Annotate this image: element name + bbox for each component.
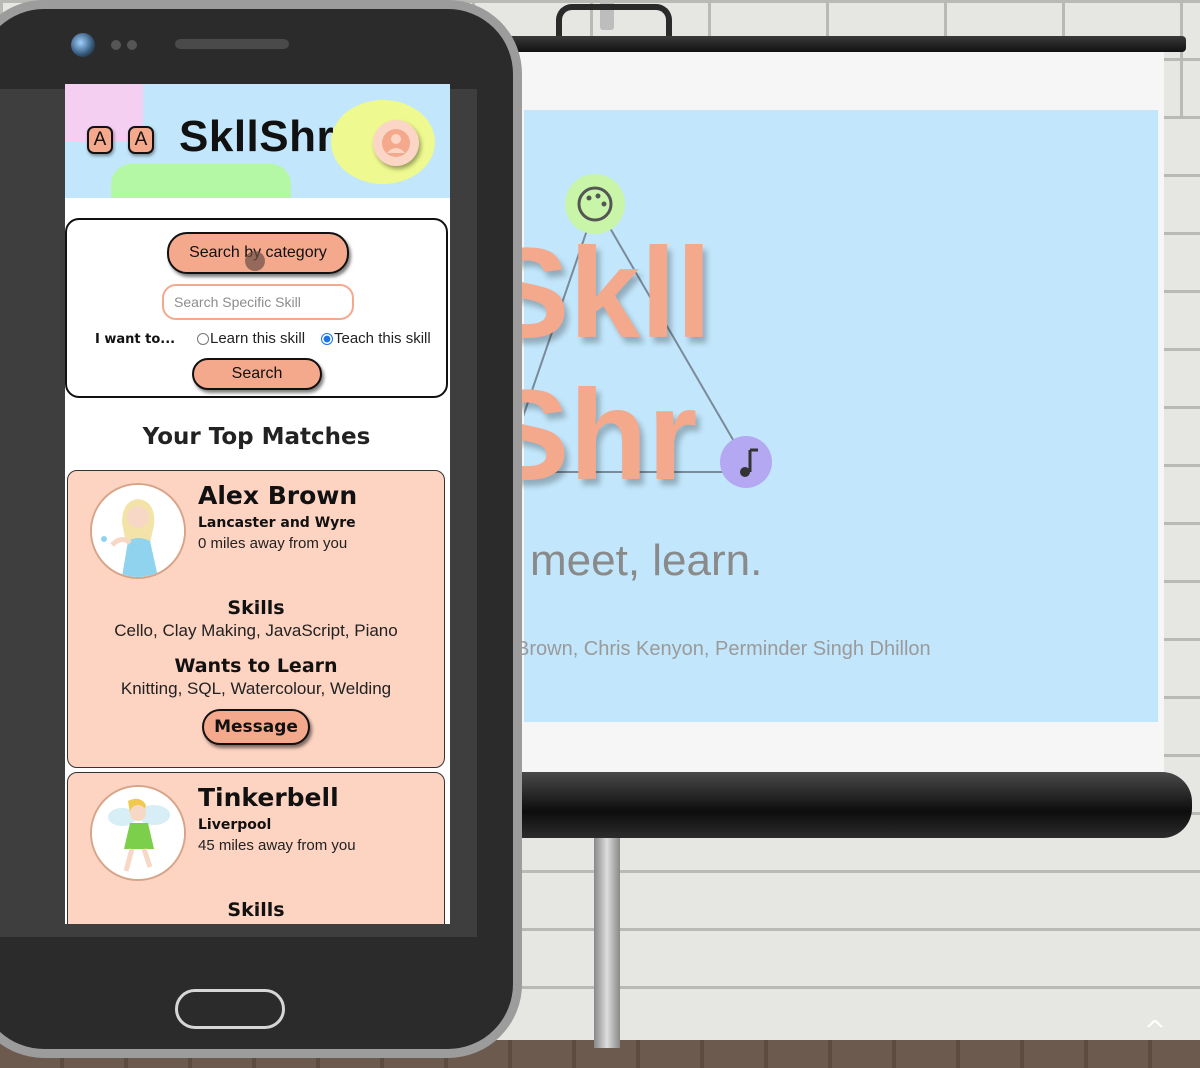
screen-stand-pole [594,838,620,1048]
presentation-slide: Skll Shr meet, learn. Brown, Chris Kenyo… [484,110,1158,722]
radio-checked[interactable] [321,332,333,345]
want-to-label: I want to... [95,332,176,347]
match-distance: 45 miles away from you [198,837,356,854]
match-name: Tinkerbell [198,783,339,812]
match-distance: 0 miles away from you [198,535,348,552]
home-button[interactable] [175,989,285,1029]
screen-bottom-roller [470,772,1192,838]
skills-heading: Skills [227,597,285,619]
match-location: Lancaster and Wyre [198,515,356,531]
slide-authors: Brown, Chris Kenyon, Perminder Singh Dhi… [516,638,931,660]
phone-speaker [175,39,289,49]
sensor-dot [111,40,121,50]
header-blob-green [111,164,291,198]
learn-skill-label: Learn this skill [210,330,306,347]
app-header: A A SkllShr [65,84,450,198]
fairy-avatar-image [92,787,184,879]
match-name: Alex Brown [198,481,358,510]
skills-list: Cello, Clay Making, JavaScript, Piano [114,621,398,640]
wants-to-learn-list: Knitting, SQL, Watercolour, Welding [120,679,392,698]
font-size-increase-button[interactable]: A [128,126,154,154]
top-matches-heading: Your Top Matches [142,424,371,450]
skills-heading: Skills [227,899,285,921]
wants-to-learn-heading: Wants to Learn [174,655,338,677]
chevron-up-icon[interactable]: ^ [1144,1016,1166,1046]
match-card: Tinkerbell Liverpool 45 miles away from … [67,772,445,924]
princess-avatar-image [92,485,184,577]
user-icon [382,129,410,157]
teach-skill-label: Teach this skill [334,330,431,347]
app-logo: SkllShr [179,112,335,161]
search-button[interactable]: Search [192,358,322,390]
match-card: Alex Brown Lancaster and Wyre 0 miles aw… [67,470,445,768]
match-location: Liverpool [198,817,272,833]
touch-cursor [245,251,265,271]
avatar [90,483,186,579]
sensor-dot [127,40,137,50]
screen-top-bar [470,36,1186,52]
search-skill-input[interactable] [162,284,354,320]
music-note-icon [720,436,772,488]
teach-skill-radio[interactable]: Teach this skill [321,330,431,347]
profile-button[interactable] [373,120,419,166]
font-size-decrease-button[interactable]: A [87,126,113,154]
radio-unchecked[interactable] [197,332,209,345]
slide-tagline: meet, learn. [530,536,763,585]
learn-skill-radio[interactable]: Learn this skill [197,330,305,347]
message-button[interactable]: Message [202,709,310,745]
camera-icon [71,33,95,57]
avatar [90,785,186,881]
search-panel: Search by category I want to... Learn th… [65,218,448,398]
app-viewport: A A SkllShr Search by category I want to… [65,84,450,924]
